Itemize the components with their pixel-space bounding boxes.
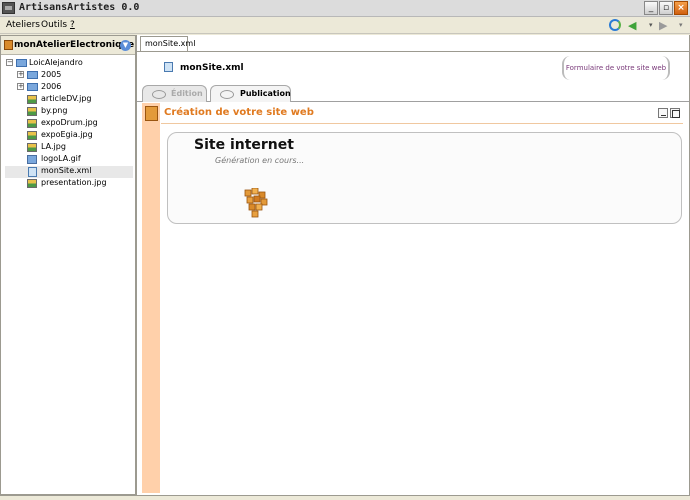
workshop-menu-icon[interactable]: ▼ [120, 40, 131, 51]
expand-icon[interactable]: + [17, 83, 24, 90]
tree-item-file[interactable]: expoDrum.jpg [5, 118, 133, 130]
site-form-link[interactable]: Formulaire de votre site web [562, 56, 670, 80]
tab-label: Édition [171, 89, 203, 98]
folder-icon [16, 59, 27, 67]
app-icon [2, 2, 15, 14]
editor-panel: monSite.xml monSite.xml Formulaire de vo… [136, 35, 690, 495]
eye-icon [220, 90, 234, 99]
tree-item-label: by.png [41, 106, 68, 115]
image-file-icon [27, 179, 37, 188]
document-tab[interactable]: monSite.xml [140, 36, 195, 51]
close-button[interactable]: × [674, 1, 688, 15]
minimize-button[interactable]: _ [644, 1, 658, 15]
tree-item-file[interactable]: expoEgia.jpg [5, 130, 133, 142]
menu-bar: Ateliers Outils ? [0, 17, 690, 34]
gif-file-icon [27, 155, 37, 164]
tree-item-label: 2006 [41, 82, 62, 91]
refresh-icon[interactable] [609, 19, 621, 31]
panel-minimize-button[interactable] [658, 108, 668, 118]
generation-status-box: Site internet Génération en cours... [167, 132, 682, 224]
tab-edition[interactable]: Édition [142, 85, 207, 102]
folder-icon [27, 83, 38, 91]
tree-item-2005[interactable]: + 2005 [5, 70, 133, 82]
tree-item-root[interactable]: − LoicAlejandro [5, 58, 133, 70]
image-file-icon [27, 131, 37, 140]
section-title: Création de votre site web [164, 107, 314, 118]
tree-item-label: expoEgia.jpg [41, 130, 93, 139]
back-dropdown-icon[interactable]: ▾ [649, 21, 653, 29]
tree-item-label: articleDV.jpg [41, 94, 92, 103]
expand-icon[interactable]: + [17, 71, 24, 78]
tree-item-file[interactable]: logoLA.gif [5, 154, 133, 166]
menu-outils[interactable]: Outils [41, 20, 67, 30]
tree-item-file[interactable]: LA.jpg [5, 142, 133, 154]
image-file-icon [27, 95, 37, 104]
status-title: Site internet [194, 137, 294, 153]
forward-arrow-icon[interactable]: ▶ [659, 19, 667, 32]
section-divider [161, 123, 683, 124]
menu-help[interactable]: ? [70, 20, 75, 30]
workshop-name: monAtelierElectronique [14, 40, 135, 50]
status-bar [0, 495, 690, 500]
workshop-header: monAtelierElectronique ▼ [1, 36, 135, 55]
xml-file-icon [28, 167, 37, 177]
image-file-icon [27, 107, 37, 116]
tree-item-label: expoDrum.jpg [41, 118, 98, 127]
cubes-icon [145, 106, 158, 121]
xml-file-icon [164, 62, 173, 72]
forward-dropdown-icon[interactable]: ▾ [679, 21, 683, 29]
tab-divider [137, 51, 689, 52]
tree-item-selected[interactable]: monSite.xml [5, 166, 133, 178]
workshop-panel: monAtelierElectronique ▼ − LoicAlejandro… [0, 35, 136, 495]
menu-ateliers[interactable]: Ateliers [6, 20, 40, 30]
tree-item-label: presentation.jpg [41, 178, 107, 187]
loading-cubes-icon [244, 188, 268, 218]
mode-tabs: Édition Publication [137, 85, 689, 102]
tree-item-file[interactable]: articleDV.jpg [5, 94, 133, 106]
pencil-icon [152, 90, 166, 99]
image-file-icon [27, 143, 37, 152]
maximize-button[interactable]: ▫ [659, 1, 673, 15]
workshop-icon [4, 40, 13, 50]
image-file-icon [27, 119, 37, 128]
tree-item-label: monSite.xml [41, 166, 92, 175]
back-arrow-icon[interactable]: ◀ [628, 19, 636, 32]
content-sidebar-stripe [142, 103, 160, 493]
tree-item-label: logoLA.gif [41, 154, 81, 163]
folder-icon [27, 71, 38, 79]
tree-item-file[interactable]: presentation.jpg [5, 178, 133, 190]
tree-item-label: LoicAlejandro [29, 58, 83, 67]
document-title: monSite.xml [180, 63, 244, 73]
window-title: ArtisansArtistes 0.0 [19, 2, 140, 13]
tab-publication[interactable]: Publication [210, 85, 291, 102]
collapse-icon[interactable]: − [6, 59, 13, 66]
tree-item-label: LA.jpg [41, 142, 66, 151]
status-subtitle: Génération en cours... [215, 156, 305, 165]
panel-maximize-button[interactable] [670, 108, 680, 118]
tab-label: Publication [240, 89, 291, 98]
tree-item-file[interactable]: by.png [5, 106, 133, 118]
title-bar: ArtisansArtistes 0.0 _ ▫ × [0, 0, 690, 17]
tree-item-label: 2005 [41, 70, 62, 79]
tree-item-2006[interactable]: + 2006 [5, 82, 133, 94]
